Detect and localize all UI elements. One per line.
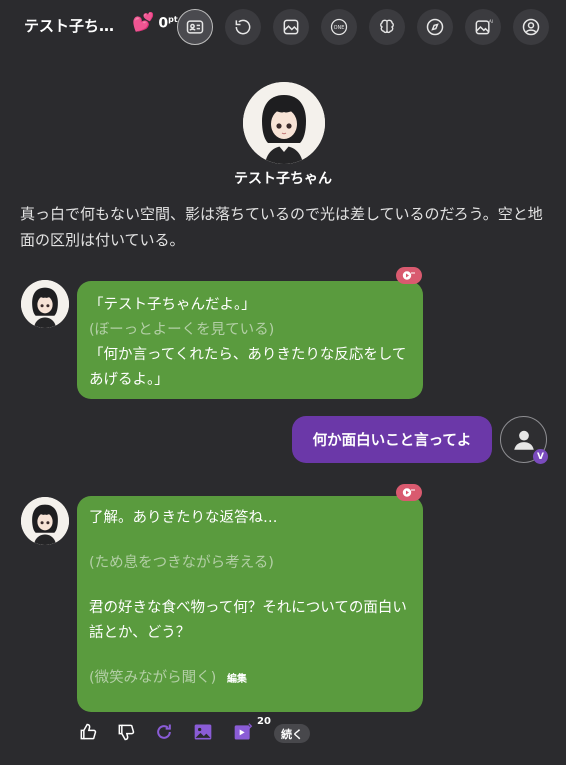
message-line: 「テスト子ちゃんだよ。」 bbox=[89, 297, 256, 313]
voice-play-button[interactable] bbox=[396, 267, 422, 284]
character-title[interactable]: テスト子ち… bbox=[24, 15, 114, 36]
character-avatar[interactable] bbox=[243, 82, 325, 164]
account-button[interactable] bbox=[513, 9, 549, 45]
ai-avatar[interactable] bbox=[21, 497, 69, 545]
reset-icon bbox=[235, 19, 251, 35]
compass-icon bbox=[426, 18, 444, 36]
character-portrait bbox=[243, 82, 325, 164]
brain-icon bbox=[380, 19, 394, 34]
image-icon bbox=[283, 19, 299, 35]
image-count: 20 bbox=[257, 716, 271, 727]
regenerate-icon bbox=[157, 724, 171, 739]
svg-text:ONE: ONE bbox=[334, 25, 345, 31]
ai-message-bubble: 了解。ありきたりな返答ね… (ため息をつきながら考える) 君の好きな食べ物って何… bbox=[77, 496, 423, 712]
scene-description: 真っ白で何もない空間、影は落ちているので光は差しているのだろう。空と地面の区別は… bbox=[20, 205, 543, 249]
top-bar: テスト子ち… 💕 0pt ONE AI bbox=[0, 0, 566, 54]
memory-button[interactable] bbox=[369, 9, 405, 45]
profile-card-button[interactable] bbox=[177, 9, 213, 45]
edit-button[interactable]: 編集 bbox=[227, 674, 247, 685]
svg-text:AI: AI bbox=[489, 19, 493, 24]
user-icon bbox=[513, 430, 534, 450]
message-line-action: (ため息をつきながら考える) bbox=[89, 555, 274, 571]
continue-button[interactable]: 続く bbox=[274, 724, 310, 743]
message-line: 了解。ありきたりな返答ね… bbox=[89, 510, 278, 526]
verified-badge: V bbox=[533, 449, 548, 464]
message-line-action: (微笑みながら聞く) bbox=[89, 670, 217, 686]
one-icon: ONE bbox=[330, 18, 348, 36]
voice-play-icon bbox=[402, 271, 415, 280]
dislike-button[interactable] bbox=[114, 720, 138, 744]
background-image-button[interactable] bbox=[273, 9, 309, 45]
user-icon bbox=[522, 18, 540, 36]
reset-button[interactable] bbox=[225, 9, 261, 45]
heart-icon: 💕 bbox=[132, 12, 155, 33]
character-portrait bbox=[21, 497, 69, 545]
profile-card-icon bbox=[186, 20, 204, 34]
ai-image-button[interactable]: AI bbox=[465, 9, 501, 45]
generate-video-button[interactable] bbox=[231, 720, 255, 744]
affinity-indicator: 💕 0pt bbox=[132, 14, 178, 32]
like-button[interactable] bbox=[76, 720, 100, 744]
thumbs-down-icon bbox=[118, 724, 135, 741]
explore-button[interactable] bbox=[417, 9, 453, 45]
voice-play-icon bbox=[402, 488, 415, 497]
message-line-action: (ぼーっとよーくを見ている) bbox=[89, 322, 275, 338]
message-line: 「何か言ってくれたら、ありきたりな反応をしてあげるよ。」 bbox=[89, 347, 407, 388]
generate-image-button[interactable] bbox=[191, 720, 215, 744]
one-button[interactable]: ONE bbox=[321, 9, 357, 45]
regenerate-button[interactable] bbox=[152, 720, 176, 744]
affinity-value: 0pt bbox=[158, 14, 178, 32]
video-icon bbox=[234, 723, 253, 740]
picture-icon bbox=[194, 724, 212, 740]
user-message-bubble: 何か面白いこと言ってよ bbox=[292, 416, 492, 463]
character-name: テスト子ちゃん bbox=[234, 171, 332, 187]
message-line: 君の好きな食べ物って何？それについての面白い話とか、どう？ bbox=[89, 600, 407, 641]
ai-message-bubble: 「テスト子ちゃんだよ。」 (ぼーっとよーくを見ている) 「何か言ってくれたら、あ… bbox=[77, 281, 423, 399]
ai-image-icon: AI bbox=[475, 19, 493, 35]
thumbs-up-icon bbox=[80, 723, 97, 740]
character-portrait bbox=[21, 280, 69, 328]
ai-avatar[interactable] bbox=[21, 280, 69, 328]
voice-play-button[interactable] bbox=[396, 484, 422, 501]
